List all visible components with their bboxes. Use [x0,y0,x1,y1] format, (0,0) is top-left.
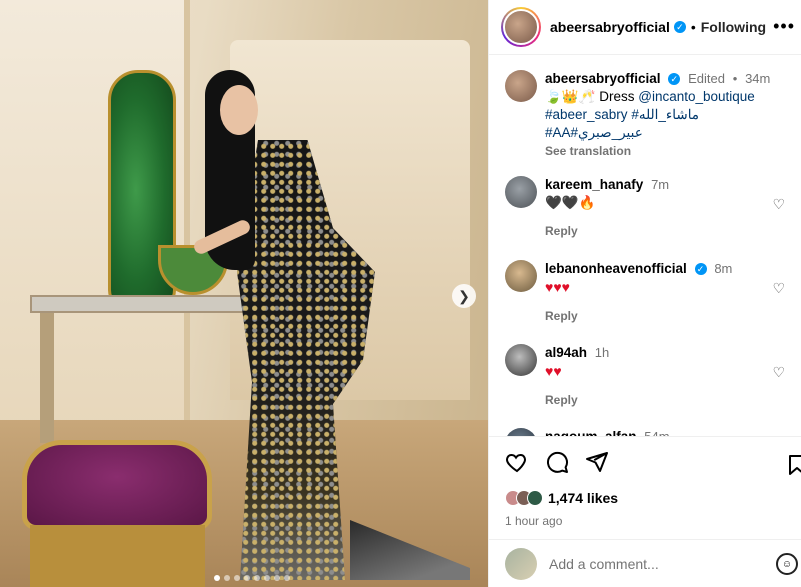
avatar[interactable] [505,344,537,376]
comment-time: 8m [714,261,733,276]
avatar[interactable] [505,70,537,102]
post-header: abeersabryofficial ✓ • Following ••• [489,0,801,55]
avatar[interactable] [505,428,537,436]
comment-username[interactable]: al94ah [545,345,587,360]
add-comment-input[interactable] [549,556,759,572]
photo-chair-base [30,525,205,587]
more-options-icon[interactable]: ••• [773,16,795,37]
hashtag-link[interactable]: #abeer_sabry [545,107,628,122]
comment-username[interactable]: lebanonheavenofficial [545,261,687,276]
separator-dot: • [690,19,696,35]
hashtag-link[interactable]: #ماشاء_الله [631,107,699,122]
carousel-dot [244,575,250,581]
post-actions: 1,474 likes 1 hour ago ☺ [489,436,801,587]
like-comment-heart-icon[interactable]: ♡ [772,280,785,297]
carousel-dot [284,575,290,581]
avatar [527,490,543,506]
comment-text: ♥♥♥ [545,279,570,295]
emoji-icon[interactable]: ☺ [776,553,798,575]
comment-time: 1h [594,345,610,360]
liker-avatars [505,490,543,506]
caption-username[interactable]: abeersabryofficial [545,71,661,86]
post-photo: ❯ [0,0,488,587]
action-icons [489,437,801,487]
like-comment-heart-icon[interactable]: ♡ [772,364,785,381]
hashtag-link[interactable]: #عبير_صبري [571,125,643,140]
carousel-dot [254,575,260,581]
avatar [505,548,537,580]
photo-table-leg [40,313,54,443]
caption-emojis: 🍃👑🥂 [545,89,596,104]
caption-text: Dress [599,89,635,104]
verified-icon: ✓ [668,73,681,86]
comment-time: 54m [644,429,669,436]
reply-button[interactable]: Reply [545,307,795,325]
carousel-dot [224,575,230,581]
comment-item: nagoum_alfan 54m [505,428,795,436]
post-timestamp: 1 hour ago [505,514,563,528]
caption: abeersabryofficial ✓ Edited • 34m 🍃👑🥂 Dr… [505,70,795,160]
bookmark-icon[interactable] [785,453,801,477]
story-ring[interactable] [501,7,541,47]
next-photo-button[interactable]: ❯ [452,284,476,308]
caption-time: 34m [745,71,771,86]
carousel-dot [274,575,280,581]
add-comment-bar: ☺ [489,539,801,587]
separator-dot: • [732,71,738,86]
reply-button[interactable]: Reply [545,222,795,240]
carousel-dot [264,575,270,581]
likes-count[interactable]: 1,474 likes [548,490,618,506]
like-heart-icon[interactable] [505,450,529,474]
see-translation-link[interactable]: See translation [545,144,631,158]
avatar[interactable] [505,260,537,292]
reply-button[interactable]: Reply [545,391,795,409]
comment-time: 7m [651,177,670,192]
comment-item: al94ah 1h ♥♥ Reply ♡ [505,344,795,409]
comment-username[interactable]: nagoum_alfan [545,429,637,436]
hashtag-link[interactable]: #AA [545,125,571,140]
instagram-post-modal: ❯ abeersabryofficial ✓ • Following ••• a… [0,0,801,587]
comment-username[interactable]: kareem_hanafy [545,177,643,192]
avatar[interactable] [505,176,537,208]
likes-summary[interactable]: 1,474 likes [489,487,801,509]
photo-chair [22,440,212,530]
comments-list[interactable]: abeersabryofficial ✓ Edited • 34m 🍃👑🥂 Dr… [489,56,801,436]
verified-icon: ✓ [694,263,707,276]
chevron-right-icon: ❯ [458,287,470,304]
photo-face [220,85,258,135]
avatar [503,9,539,45]
header-username[interactable]: abeersabryofficial [550,19,670,35]
comment-text: ♥♥ [545,363,562,379]
carousel-dot [234,575,240,581]
comment-text: 🖤🖤🔥 [545,195,596,210]
carousel-dot [214,575,220,581]
post-side-panel: abeersabryofficial ✓ • Following ••• abe… [488,0,801,587]
mention-link[interactable]: @incanto_boutique [638,89,755,104]
like-comment-heart-icon[interactable]: ♡ [772,196,785,213]
share-icon[interactable] [585,450,609,474]
carousel-dots [214,575,290,581]
verified-icon: ✓ [673,21,686,33]
following-button[interactable]: Following [701,19,766,35]
comment-item: lebanonheavenofficial ✓ 8m ♥♥♥ Reply ♡ [505,260,795,325]
comment-icon[interactable] [545,450,569,474]
comment-item: kareem_hanafy 7m 🖤🖤🔥 Reply ♡ [505,176,795,240]
edited-label: Edited [688,71,725,86]
